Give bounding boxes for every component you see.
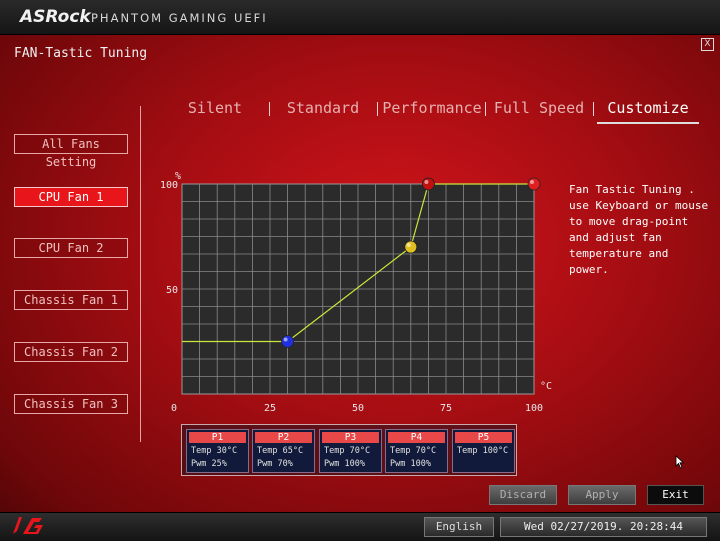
apply-button[interactable]: Apply	[568, 485, 636, 505]
points-table: P1 Temp 30°C Pwm 25% P2 Temp 65°C Pwm 70…	[181, 424, 517, 476]
discard-button[interactable]: Discard	[489, 485, 557, 505]
drag-point-highlight	[424, 180, 429, 184]
brand-subtitle: PHANTOM GAMING UEFI	[91, 11, 268, 25]
x-tick-label: 75	[440, 403, 452, 414]
point-pwm: Pwm 100%	[324, 459, 365, 469]
tab-silent[interactable]: Silent	[170, 96, 260, 122]
drag-point-highlight	[530, 180, 534, 184]
x-axis-label: °C	[540, 381, 552, 392]
chassis-fan-1-button[interactable]: Chassis Fan 1	[14, 290, 128, 310]
chassis-fan-2-button[interactable]: Chassis Fan 2	[14, 342, 128, 362]
drag-point-highlight	[406, 243, 411, 247]
chassis-fan-3-button[interactable]: Chassis Fan 3	[14, 394, 128, 414]
language-selector[interactable]: English	[424, 517, 494, 537]
point-label: P3	[322, 432, 379, 443]
point-label: P1	[189, 432, 246, 443]
point-pwm: Pwm 25%	[191, 459, 227, 469]
point-temp: Temp 30°C	[191, 446, 238, 456]
tab-separator	[269, 102, 270, 116]
tab-separator	[593, 102, 594, 116]
point-label: P4	[388, 432, 445, 443]
drag-point-p5[interactable]	[527, 177, 541, 191]
point-cell-p1[interactable]: P1 Temp 30°C Pwm 25%	[186, 429, 249, 473]
drag-point-p4[interactable]	[421, 177, 435, 191]
cpu-fan-1-button[interactable]: CPU Fan 1	[14, 187, 128, 207]
drag-point-highlight	[283, 337, 288, 342]
datetime-display: Wed 02/27/2019. 20:28:44	[500, 517, 707, 537]
left-divider	[140, 106, 141, 442]
exit-button[interactable]: Exit	[647, 485, 704, 505]
point-cell-p2[interactable]: P2 Temp 65°C Pwm 70%	[252, 429, 315, 473]
cpu-fan-2-button[interactable]: CPU Fan 2	[14, 238, 128, 258]
tab-standard[interactable]: Standard	[277, 96, 369, 122]
drag-point-p1[interactable]	[281, 335, 294, 348]
point-cell-p4[interactable]: P4 Temp 70°C Pwm 100%	[385, 429, 448, 473]
tab-performance[interactable]: Performance	[382, 96, 482, 122]
tab-full-speed[interactable]: Full Speed	[492, 96, 586, 122]
help-description: Fan Tastic Tuning . use Keyboard or mous…	[569, 183, 709, 276]
point-label: P5	[455, 432, 512, 443]
x-tick-label: 50	[352, 403, 364, 414]
tab-customize[interactable]: Customize	[597, 96, 699, 124]
point-temp: Temp 70°C	[324, 446, 371, 456]
tab-separator	[485, 102, 486, 116]
brand-logo: ASRock	[20, 7, 91, 27]
point-temp: Temp 100°C	[457, 446, 509, 456]
x-tick-label: 25	[264, 403, 276, 414]
point-pwm: Pwm 100%	[390, 459, 431, 469]
point-label: P2	[255, 432, 312, 443]
x-tick-label: 100	[525, 403, 543, 414]
drag-point-p2[interactable]	[404, 240, 418, 254]
point-pwm: Pwm 70%	[257, 459, 293, 469]
point-cell-p3[interactable]: P3 Temp 70°C Pwm 100%	[319, 429, 382, 473]
mode-tabs: Silent Standard Performance Full Speed C…	[160, 96, 720, 126]
fan-curve-chart[interactable]: 0 25 50 75 100 100 50% °C	[160, 168, 560, 418]
y-tick-label: 50	[166, 285, 178, 296]
point-temp: Temp 65°C	[257, 446, 304, 456]
close-icon[interactable]: X	[701, 38, 714, 51]
y-axis-label: %	[175, 171, 181, 182]
all-fans-setting-button[interactable]: All Fans Setting	[14, 134, 128, 169]
tab-separator	[377, 102, 378, 116]
page-title: FAN-Tastic Tuning	[14, 46, 148, 61]
mouse-cursor-icon	[675, 455, 685, 469]
point-cell-p5[interactable]: P5 Temp 100°C	[452, 429, 515, 473]
point-temp: Temp 70°C	[390, 446, 437, 456]
x-tick-label: 0	[171, 403, 177, 414]
phantom-gaming-logo-icon	[13, 517, 43, 534]
fan-curve-svg[interactable]: 0 25 50 75 10010050%°C	[160, 168, 560, 418]
